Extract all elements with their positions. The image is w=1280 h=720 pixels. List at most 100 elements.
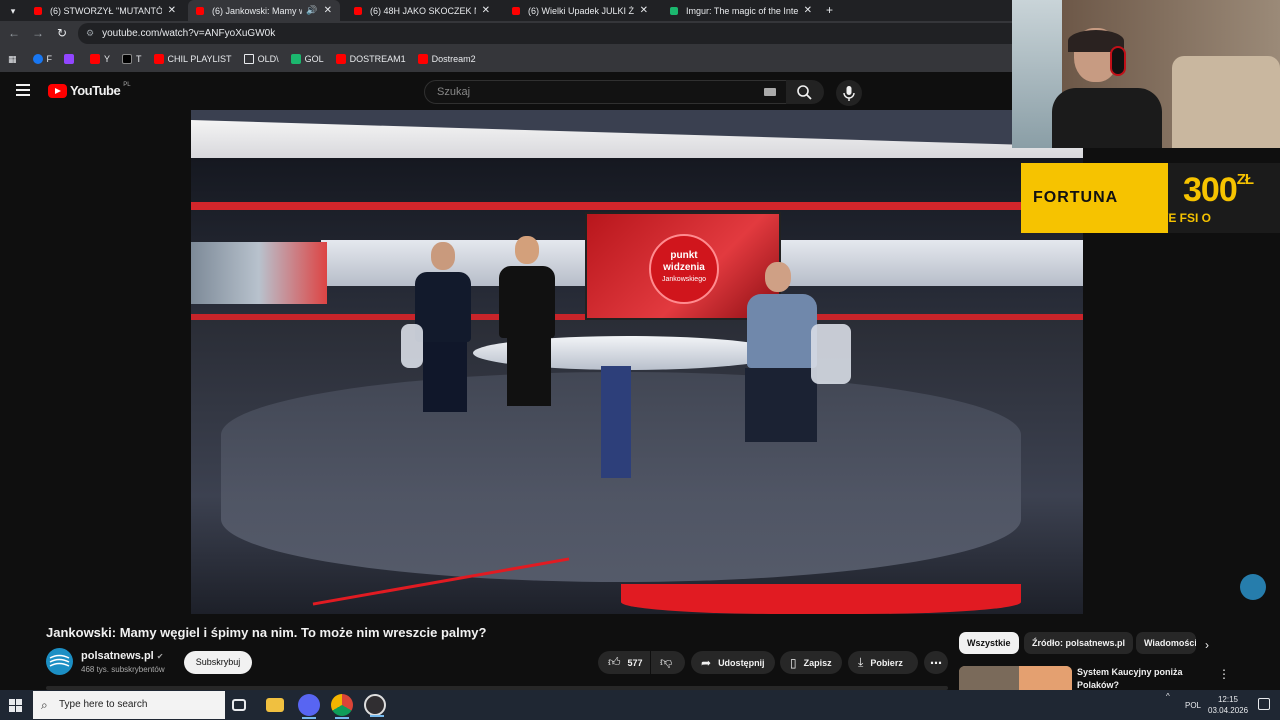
browser-tab[interactable]: (6) 48H JAKO SKOCZEK NARCIA ✕ (346, 0, 498, 21)
chair-right (811, 324, 851, 384)
city-panel (191, 242, 327, 304)
recommendation-title[interactable]: System Kaucyjny poniża Polaków? (1077, 666, 1197, 692)
chip-news[interactable]: Wiadomości (1136, 632, 1196, 654)
search-input[interactable]: Szukaj (424, 80, 790, 104)
clock[interactable]: 12:15 03.04.2026 (1208, 694, 1248, 716)
discord-icon[interactable] (298, 694, 320, 719)
tab-title: (6) STWORZYŁ "MUTANTÓW" 2 (50, 5, 162, 16)
clock-time: 12:15 (1217, 695, 1239, 704)
bookmark-item[interactable]: DOSTREAM1 (335, 54, 406, 64)
bookmarks-bar: ▦ F Y T CHIL PLAYLIST OLD\ GOL DOSTREAM1… (0, 46, 1012, 72)
tab-close-icon[interactable]: ✕ (324, 5, 332, 16)
bookmark-item[interactable] (64, 54, 78, 64)
forward-arrow-icon[interactable]: → (30, 25, 46, 41)
bookmark-icon: ▯ (790, 655, 797, 670)
chips-next-arrow-icon[interactable]: › (1205, 638, 1209, 652)
channel-name[interactable]: polsatnews.pl ✔ (81, 650, 163, 662)
youtube-favicon-icon (34, 6, 42, 15)
dislike-button[interactable]: 👎︎ (651, 651, 685, 674)
microphone-icon (843, 86, 855, 101)
search-button[interactable] (786, 80, 824, 104)
bookmark-item[interactable]: Dostream2 (417, 54, 476, 64)
bookmark-item[interactable]: T (122, 54, 142, 64)
browser-tab[interactable]: (6) STWORZYŁ "MUTANTÓW" 2 ✕ (26, 0, 184, 21)
bookmark-item[interactable]: F (32, 54, 52, 64)
address-bar[interactable]: ⚙ youtube.com/watch?v=ANFyoXuGW0k (78, 23, 1012, 44)
tab-close-icon[interactable]: ✕ (804, 5, 812, 16)
obs-icon[interactable] (364, 694, 386, 717)
webcam-person (1052, 28, 1162, 148)
download-button[interactable]: ⤓ Pobierz (848, 651, 918, 674)
channel-avatar[interactable] (46, 648, 73, 675)
file-explorer-icon[interactable] (266, 698, 284, 712)
browser-toolbar: ← → ↻ ⚙ youtube.com/watch?v=ANFyoXuGW0k (0, 21, 1012, 46)
facebook-icon (32, 54, 43, 64)
voice-search-button[interactable] (836, 80, 862, 106)
thumbs-up-icon: 👍︎ (608, 655, 621, 669)
taskbar-search-input[interactable]: ⌕ Type here to search (33, 691, 225, 719)
video-player[interactable]: punkt widzenia Jankowskiego (191, 110, 1083, 614)
youtube-play-icon (48, 83, 67, 98)
tab-close-icon[interactable]: ✕ (482, 5, 490, 16)
notification-icon[interactable] (1258, 698, 1270, 710)
polsatnews-logo-icon (47, 649, 72, 674)
bookmark-item[interactable]: Y (90, 54, 110, 64)
browser-tab[interactable]: (6) Wielki Upadek JULKI ŻUGAJ ✕ (504, 0, 656, 21)
browser-tab-active[interactable]: (6) Jankowski: Mamy węgie 🔊 ✕ (188, 0, 340, 21)
chip-all[interactable]: Wszystkie (959, 632, 1019, 654)
search-icon: ⌕ (41, 698, 48, 712)
share-button[interactable]: ➦ Udostępnij (691, 651, 775, 674)
screen-title-line3: Jankowskiego (662, 276, 706, 283)
new-tab-button[interactable]: + (826, 3, 833, 17)
input-language[interactable]: POL (1185, 701, 1201, 710)
subscriber-count: 468 tys. subskrybentów (81, 665, 165, 674)
site-info-icon[interactable]: ⚙ (86, 28, 94, 38)
share-arrow-icon: ➦ (701, 655, 712, 670)
apps-grid-icon[interactable]: ▦ (8, 54, 17, 65)
tab-title: (6) 48H JAKO SKOCZEK NARCIA (370, 5, 476, 16)
recommendation-thumbnail[interactable] (959, 666, 1072, 692)
video-title: Jankowski: Mamy węgiel i śpimy na nim. T… (46, 625, 487, 640)
chrome-icon[interactable] (331, 694, 353, 719)
browser-tab[interactable]: Imgur: The magic of the Interne ✕ (662, 0, 820, 21)
bookmark-folder[interactable]: OLD\ (243, 54, 279, 64)
windows-start-icon[interactable] (9, 699, 22, 712)
like-button[interactable]: 👍︎ 577 (598, 651, 650, 674)
screen-title-line1: punkt (670, 250, 698, 261)
region-code: PL (123, 81, 131, 88)
red-wall-stripe (191, 202, 1083, 210)
tab-list-button[interactable]: ▾ (6, 4, 20, 18)
youtube-logo[interactable]: YouTube PL (48, 81, 131, 98)
youtube-favicon-icon (354, 6, 362, 15)
youtube-icon (90, 54, 101, 64)
webcam-overlay (1012, 0, 1280, 148)
back-arrow-icon[interactable]: ← (6, 25, 22, 41)
polsatnews-watermark-icon (1240, 574, 1266, 600)
bookmark-item[interactable]: CHIL PLAYLIST (153, 54, 232, 64)
hamburger-menu-icon[interactable] (16, 84, 30, 96)
task-view-icon[interactable] (232, 699, 246, 711)
more-actions-button[interactable]: ⋯ (924, 651, 948, 674)
reload-icon[interactable]: ↻ (54, 25, 70, 41)
chip-source[interactable]: Źródło: polsatnews.pl (1024, 632, 1134, 654)
bookmark-item[interactable]: GOL (290, 54, 324, 64)
ad-currency: ZŁ (1236, 171, 1254, 188)
keyboard-icon[interactable] (764, 88, 776, 96)
save-button[interactable]: ▯ Zapisz (780, 651, 842, 674)
youtube-wordmark: YouTube (70, 83, 121, 98)
fortuna-ad-banner[interactable]: FORTUNA 300ZŁ WE FSI O (1021, 163, 1280, 233)
download-icon: ⤓ (858, 655, 864, 669)
tab-close-icon[interactable]: ✕ (168, 5, 176, 16)
tab-audio-icon[interactable]: 🔊 (306, 5, 317, 16)
screen-title-line2: widzenia (663, 262, 705, 273)
tab-title: (6) Jankowski: Mamy węgie (212, 5, 303, 16)
guest-middle (497, 236, 557, 406)
subscribe-button[interactable]: Subskrybuj (184, 651, 252, 674)
tab-close-icon[interactable]: ✕ (640, 5, 648, 16)
youtube-icon (153, 54, 164, 64)
url-text: youtube.com/watch?v=ANFyoXuGW0k (102, 28, 276, 39)
verified-check-icon: ✔ (156, 652, 164, 661)
folder-icon (243, 54, 254, 64)
recommendation-more-icon[interactable]: ⋮ (1218, 667, 1230, 681)
tray-overflow-icon[interactable]: ^ (1166, 692, 1170, 701)
